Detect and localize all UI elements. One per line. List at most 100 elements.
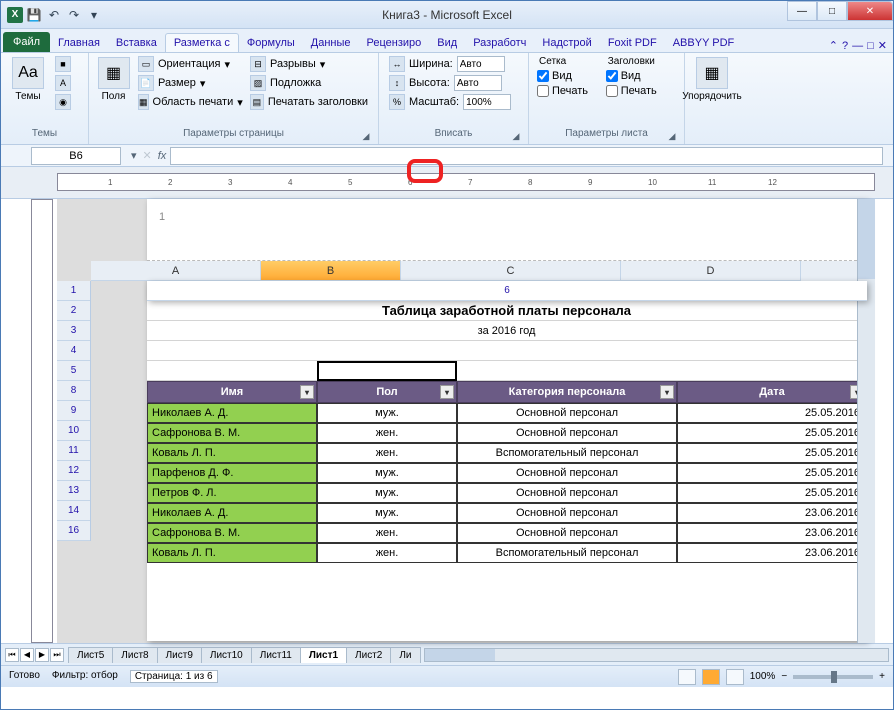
arrange-button[interactable]: ▦ Упорядочить bbox=[691, 55, 733, 128]
cell-gender-7[interactable]: жен. bbox=[317, 543, 457, 563]
cell-category-6[interactable]: Основной персонал bbox=[457, 523, 677, 543]
cell-category-7[interactable]: Вспомогательный персонал bbox=[457, 543, 677, 563]
fit-height-input[interactable] bbox=[454, 75, 502, 91]
minimize-button[interactable]: — bbox=[787, 1, 817, 21]
theme-fonts-button[interactable]: A bbox=[51, 74, 75, 92]
close-button[interactable]: ✕ bbox=[847, 1, 893, 21]
tab-insert[interactable]: Вставка bbox=[108, 34, 165, 52]
cell-name-2[interactable]: Коваль Л. П. bbox=[147, 443, 317, 463]
fx-dropdown-icon[interactable]: ▾ bbox=[131, 149, 137, 162]
name-box[interactable]: B6 bbox=[31, 147, 121, 165]
col-header-D[interactable]: D bbox=[621, 261, 801, 281]
row-header-16[interactable]: 16 bbox=[57, 521, 90, 541]
tab-nav-next-icon[interactable]: ▶ bbox=[35, 648, 49, 662]
view-pagebreak-button[interactable] bbox=[726, 669, 744, 685]
zoom-thumb[interactable] bbox=[831, 671, 837, 683]
cell-gender-5[interactable]: муж. bbox=[317, 503, 457, 523]
tab-nav-last-icon[interactable]: ⏭ bbox=[50, 648, 64, 662]
grid-print-check[interactable]: Печать bbox=[535, 84, 602, 98]
cell-name-0[interactable]: Николаев А. Д. bbox=[147, 403, 317, 423]
table-subtitle[interactable]: за 2016 год bbox=[147, 321, 867, 341]
cell-date-7[interactable]: 23.06.2016 bbox=[677, 543, 867, 563]
cell-gender-1[interactable]: жен. bbox=[317, 423, 457, 443]
qat-more-icon[interactable]: ▾ bbox=[85, 6, 103, 24]
vertical-scrollbar[interactable] bbox=[857, 199, 875, 643]
table-header-2[interactable]: Категория персонала▾ bbox=[457, 381, 677, 403]
cell-date-2[interactable]: 25.05.2016 bbox=[677, 443, 867, 463]
sheet-tab-Лист11[interactable]: Лист11 bbox=[251, 647, 301, 663]
row-header-14[interactable]: 14 bbox=[57, 501, 90, 521]
page-header[interactable]: 1 bbox=[147, 199, 867, 261]
maximize-button[interactable]: □ bbox=[817, 1, 847, 21]
tab-file[interactable]: Файл bbox=[3, 32, 50, 52]
row-header-9[interactable]: 9 bbox=[57, 401, 90, 421]
themes-button[interactable]: Aa Темы bbox=[7, 55, 49, 128]
col-header-C[interactable]: C bbox=[401, 261, 621, 281]
cell-name-1[interactable]: Сафронова В. М. bbox=[147, 423, 317, 443]
fit-width-input[interactable] bbox=[457, 56, 505, 72]
fx-icon[interactable]: fx bbox=[158, 150, 167, 162]
theme-effects-button[interactable]: ◉ bbox=[51, 93, 75, 111]
sheet-tab-Лист8[interactable]: Лист8 bbox=[112, 647, 157, 663]
row-header-10[interactable]: 10 bbox=[57, 421, 90, 441]
mdi-min-icon[interactable]: — bbox=[852, 40, 863, 52]
cell-category-2[interactable]: Вспомогательный персонал bbox=[457, 443, 677, 463]
cell-gender-4[interactable]: муж. bbox=[317, 483, 457, 503]
tab-layout[interactable]: Разметка с bbox=[165, 33, 239, 52]
cell-name-6[interactable]: Сафронова В. М. bbox=[147, 523, 317, 543]
cell-gender-2[interactable]: жен. bbox=[317, 443, 457, 463]
background-button[interactable]: ▨Подложка bbox=[246, 74, 372, 92]
tab-view[interactable]: Вид bbox=[429, 34, 465, 52]
cell-category-5[interactable]: Основной персонал bbox=[457, 503, 677, 523]
tab-data[interactable]: Данные bbox=[303, 34, 359, 52]
undo-icon[interactable]: ↶ bbox=[45, 6, 63, 24]
breaks-button[interactable]: ⊟Разрывы ▾ bbox=[246, 55, 372, 73]
save-icon[interactable]: 💾 bbox=[25, 6, 43, 24]
table-header-0[interactable]: Имя▾ bbox=[147, 381, 317, 403]
tab-home[interactable]: Главная bbox=[50, 34, 108, 52]
row-header-1[interactable]: 1 bbox=[57, 281, 90, 301]
cell-grid[interactable]: Таблица заработной платы персоналаза 201… bbox=[147, 261, 867, 641]
cell-date-5[interactable]: 23.06.2016 bbox=[677, 503, 867, 523]
sheet-tab-Лист9[interactable]: Лист9 bbox=[157, 647, 202, 663]
tab-developer[interactable]: Разработч bbox=[465, 34, 534, 52]
selected-cell[interactable] bbox=[317, 361, 457, 381]
formula-input[interactable] bbox=[170, 147, 883, 165]
cell-date-0[interactable]: 25.05.2016 bbox=[677, 403, 867, 423]
row-header-6[interactable]: 6 bbox=[147, 281, 867, 301]
mdi-close-icon[interactable]: ✕ bbox=[878, 39, 887, 52]
orientation-button[interactable]: ▭Ориентация ▾ bbox=[134, 55, 244, 73]
row-header-8[interactable]: 8 bbox=[57, 381, 90, 401]
sheet-tab-Ли[interactable]: Ли bbox=[390, 647, 420, 663]
tab-review[interactable]: Рецензиро bbox=[359, 34, 430, 52]
row-header-2[interactable]: 2 bbox=[57, 301, 90, 321]
table-title[interactable]: Таблица заработной платы персонала bbox=[147, 301, 867, 321]
size-button[interactable]: 📄Размер ▾ bbox=[134, 74, 244, 92]
row-header-5[interactable]: 5 bbox=[57, 361, 90, 381]
row-header-12[interactable]: 12 bbox=[57, 461, 90, 481]
vscroll-thumb[interactable] bbox=[858, 199, 875, 279]
margins-button[interactable]: ▦ Поля bbox=[95, 55, 132, 128]
tab-nav-prev-icon[interactable]: ◀ bbox=[20, 648, 34, 662]
theme-colors-button[interactable]: ■ bbox=[51, 55, 75, 73]
zoom-out-button[interactable]: − bbox=[781, 671, 787, 682]
sheet-tab-Лист1[interactable]: Лист1 bbox=[300, 647, 347, 663]
minimize-ribbon-icon[interactable]: ⌃ bbox=[829, 39, 838, 52]
help-icon[interactable]: ? bbox=[842, 40, 848, 52]
vertical-ruler[interactable] bbox=[31, 199, 53, 643]
tab-addins[interactable]: Надстрой bbox=[534, 34, 599, 52]
filter-dropdown-icon[interactable]: ▾ bbox=[440, 385, 454, 399]
headings-print-check[interactable]: Печать bbox=[604, 84, 678, 98]
cell-gender-0[interactable]: муж. bbox=[317, 403, 457, 423]
row-6-blank[interactable] bbox=[147, 361, 867, 381]
row-header-3[interactable]: 3 bbox=[57, 321, 90, 341]
row-header-4[interactable]: 4 bbox=[57, 341, 90, 361]
cell-blank[interactable] bbox=[147, 341, 867, 361]
fit-launcher[interactable]: ◢ bbox=[510, 131, 522, 143]
cell-category-0[interactable]: Основной персонал bbox=[457, 403, 677, 423]
cell-name-4[interactable]: Петров Ф. Л. bbox=[147, 483, 317, 503]
row-header-11[interactable]: 11 bbox=[57, 441, 90, 461]
cell-name-3[interactable]: Парфенов Д. Ф. bbox=[147, 463, 317, 483]
fit-scale-input[interactable] bbox=[463, 94, 511, 110]
cell-date-3[interactable]: 25.05.2016 bbox=[677, 463, 867, 483]
